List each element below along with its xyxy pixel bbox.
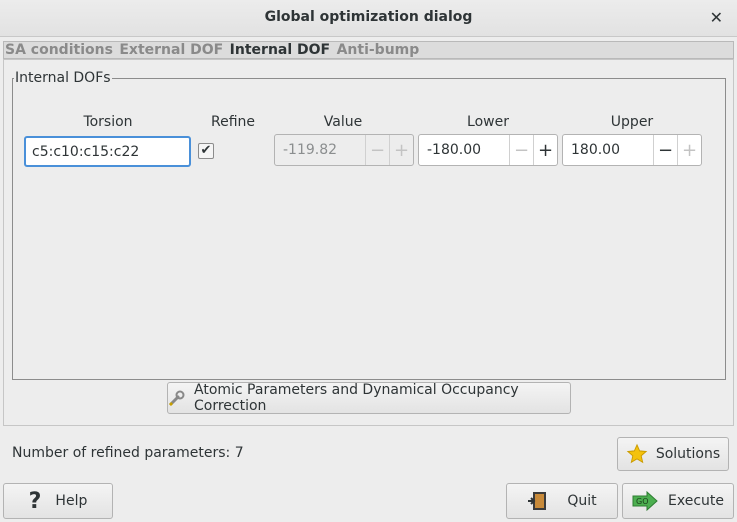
tab-external-dof[interactable]: External DOF (118, 42, 224, 58)
upper-field[interactable] (563, 135, 653, 165)
col-header-value: Value (323, 114, 363, 130)
refine-checkbox[interactable]: ✔ (198, 143, 214, 159)
atomic-parameters-label: Atomic Parameters and Dynamical Occupanc… (194, 382, 519, 414)
go-arrow-icon: GO (632, 491, 658, 511)
execute-label: Execute (668, 493, 724, 509)
close-icon[interactable]: ✕ (710, 8, 723, 27)
tab-internal-dof[interactable]: Internal DOF (229, 42, 331, 58)
exit-door-icon (527, 491, 549, 511)
tab-bar: SA conditions External DOF Internal DOF … (3, 41, 734, 59)
torsion-input[interactable] (24, 136, 191, 167)
internal-dofs-group: Internal DOFs Torsion Refine Value Lower… (12, 70, 726, 380)
title-bar: Global optimization dialog ✕ (0, 0, 737, 37)
question-icon: ? (28, 488, 42, 514)
wrench-icon (168, 389, 186, 407)
internal-dof-page: Internal DOFs Torsion Refine Value Lower… (3, 59, 734, 426)
star-icon (626, 443, 648, 465)
upper-minus-button[interactable]: − (653, 135, 677, 165)
col-header-refine: Refine (210, 114, 256, 130)
lower-plus-button[interactable]: + (533, 135, 557, 165)
quit-label: Quit (567, 493, 597, 509)
lower-spinbox[interactable]: − + (418, 134, 558, 166)
tab-anti-bump[interactable]: Anti-bump (336, 42, 421, 58)
svg-text:GO: GO (636, 497, 649, 506)
help-button[interactable]: ? Help (3, 483, 113, 519)
help-label: Help (55, 493, 88, 509)
group-title: Internal DOFs (14, 70, 112, 86)
execute-button[interactable]: GO Execute (622, 483, 734, 519)
value-minus-button[interactable]: − (365, 135, 389, 165)
solutions-label: Solutions (655, 446, 721, 462)
col-header-lower: Lower (467, 114, 509, 130)
value-plus-button[interactable]: + (389, 135, 413, 165)
window-title: Global optimization dialog (264, 9, 473, 25)
quit-button[interactable]: Quit (506, 483, 618, 519)
atomic-parameters-button[interactable]: Atomic Parameters and Dynamical Occupanc… (167, 382, 571, 414)
refined-parameters-count: Number of refined parameters: 7 (12, 445, 244, 461)
upper-plus-button[interactable]: + (677, 135, 701, 165)
lower-minus-button[interactable]: − (509, 135, 533, 165)
tab-sa-conditions[interactable]: SA conditions (4, 42, 114, 58)
check-icon: ✔ (200, 143, 212, 158)
col-header-upper: Upper (610, 114, 654, 130)
solutions-button[interactable]: Solutions (617, 437, 729, 471)
lower-field[interactable] (419, 135, 509, 165)
col-header-torsion: Torsion (83, 114, 133, 130)
upper-spinbox[interactable]: − + (562, 134, 702, 166)
value-field[interactable] (275, 135, 365, 165)
value-spinbox[interactable]: − + (274, 134, 414, 166)
